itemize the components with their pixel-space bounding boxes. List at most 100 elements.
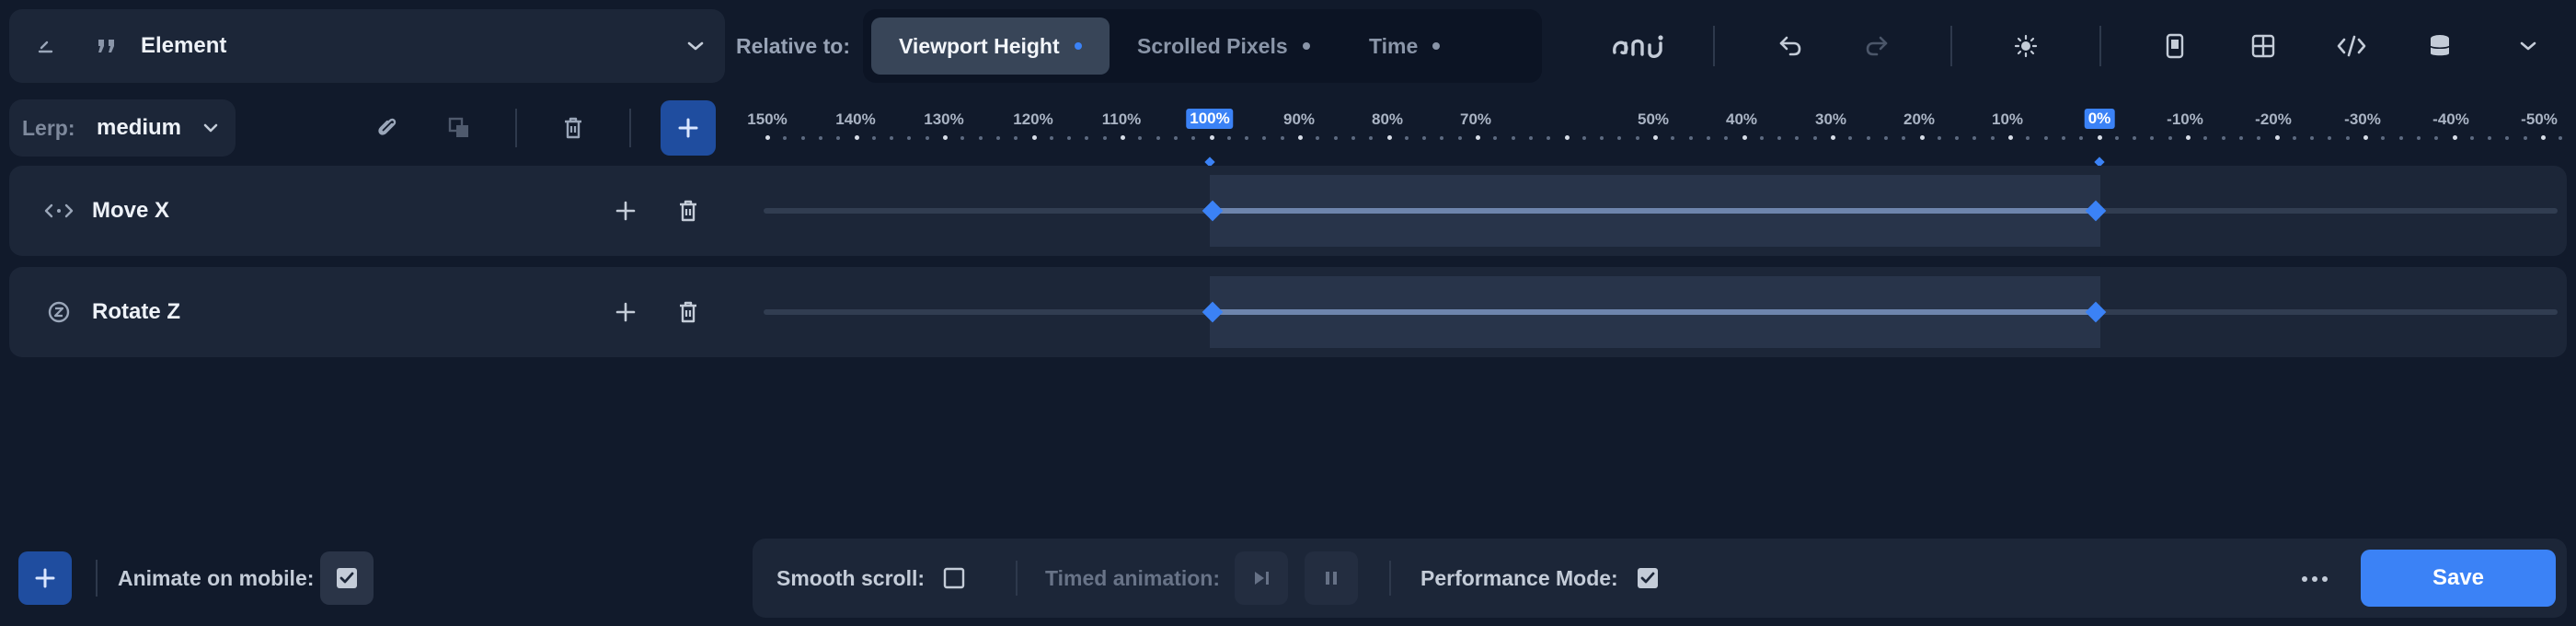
add-track-button[interactable] <box>661 100 716 156</box>
code-icon[interactable] <box>2315 9 2388 83</box>
save-button[interactable]: Save <box>2361 550 2556 607</box>
mobile-icon[interactable] <box>2138 9 2212 83</box>
ruler-dot <box>1883 136 1888 140</box>
paperclip-icon[interactable] <box>359 99 416 156</box>
ruler-tick-label: 10% <box>1991 110 2024 128</box>
chevron-down-icon[interactable] <box>677 28 714 64</box>
ruler-dot <box>1955 136 1960 140</box>
ruler-start-marker[interactable]: 100% <box>1186 109 1234 129</box>
ruler-dot <box>2186 135 2191 140</box>
add-keyframe-button[interactable] <box>598 284 653 340</box>
ruler-dot <box>1706 136 1710 140</box>
relative-option-time[interactable]: Time <box>1341 17 1467 75</box>
animate-on-mobile-checkbox[interactable] <box>320 551 374 605</box>
ruler-dot <box>1156 136 1160 140</box>
ruler-dot <box>1457 136 1462 140</box>
ruler-dot <box>2168 136 2172 140</box>
timeline-ruler[interactable]: 150% 140% 130% 120% 110% 100% 90% 80% 70… <box>736 101 2567 168</box>
copy-icon[interactable] <box>431 99 488 156</box>
chevron-down-icon[interactable] <box>2491 9 2565 83</box>
relative-option-label: Time <box>1369 34 1419 58</box>
track-row-move-x[interactable]: Move X <box>9 166 2567 256</box>
ruler-dot <box>1547 136 1551 140</box>
delete-track-button[interactable] <box>661 284 716 340</box>
ruler-dot <box>1316 136 1320 140</box>
keyframe-range-line <box>1213 309 2096 315</box>
ruler-end-marker[interactable]: 0% <box>2084 109 2115 129</box>
track-name: Rotate Z <box>92 299 180 324</box>
ruler-dot <box>890 136 894 140</box>
ruler-tick-label: 20% <box>1903 110 1936 128</box>
element-selector[interactable]: Element <box>9 9 725 83</box>
ruler-dot <box>2061 136 2065 140</box>
chevron-down-icon <box>199 116 223 140</box>
relative-option-viewport-height[interactable]: Viewport Height <box>871 17 1110 75</box>
add-keyframe-button[interactable] <box>598 183 653 238</box>
ruler-dot <box>1333 136 1338 140</box>
ruler-dot <box>2238 136 2243 140</box>
ruler-dot <box>1031 135 1037 140</box>
track-row-rotate-z[interactable]: Rotate Z <box>9 267 2567 357</box>
ruler-dot <box>2328 136 2332 140</box>
ruler-dot <box>2097 135 2102 140</box>
relative-option-scrolled-pixels[interactable]: Scrolled Pixels <box>1110 17 1338 75</box>
pause-button[interactable] <box>1305 551 1358 605</box>
status-dot <box>1302 42 1310 50</box>
ruler-dot <box>1226 136 1231 140</box>
bottom-settings-bar: Smooth scroll: Timed animation: Performa… <box>753 539 2567 618</box>
ruler-tick-label: 30% <box>1814 110 1847 128</box>
ruler-dot <box>1688 136 1693 140</box>
ruler-dot <box>1138 136 1143 140</box>
status-dot <box>1432 42 1441 50</box>
ruler-dot <box>1866 136 1870 140</box>
ruler-dot <box>854 135 859 140</box>
ruler-dot <box>2363 135 2368 140</box>
ruler-dot <box>1476 135 1480 140</box>
delete-track-button[interactable] <box>661 183 716 238</box>
ruler-dot <box>1298 135 1303 140</box>
ruler-dot <box>1653 135 1658 140</box>
grid-icon[interactable] <box>2226 9 2300 83</box>
ruler-dot <box>2434 136 2439 140</box>
ruler-dot <box>836 136 841 140</box>
ruler-dot <box>1386 135 1392 140</box>
performance-mode-label: Performance Mode: <box>1420 566 1618 590</box>
ruler-dot <box>1635 136 1639 140</box>
ruler-dot <box>943 135 948 140</box>
relative-option-label: Scrolled Pixels <box>1137 34 1288 58</box>
play-step-button[interactable] <box>1235 551 1288 605</box>
undo-icon[interactable] <box>1754 9 1827 83</box>
ruler-dot <box>1990 136 1995 140</box>
redo-icon[interactable] <box>1840 9 1914 83</box>
ruler-dot <box>1617 136 1622 140</box>
ruler-dot <box>2541 135 2546 140</box>
ruler-dot <box>2416 136 2421 140</box>
ruler-dot <box>1919 135 1925 140</box>
ruler-tick-label: 150% <box>747 110 788 128</box>
animate-on-mobile-label: Animate on mobile: <box>118 566 315 590</box>
add-button[interactable] <box>18 551 72 605</box>
more-options-icon[interactable] <box>2298 562 2331 596</box>
edit-icon[interactable] <box>28 28 64 64</box>
sun-icon[interactable] <box>1989 9 2063 83</box>
lerp-select[interactable]: Lerp: medium <box>9 99 236 156</box>
ruler-tick-label: 70% <box>1459 110 1492 128</box>
ruler-dot <box>1262 136 1267 140</box>
ruler-dot <box>2257 136 2261 140</box>
divider <box>1389 561 1391 596</box>
ruler-tick-label: 140% <box>835 110 876 128</box>
ruler-dot <box>1209 135 1214 140</box>
ruler-dot <box>1759 136 1764 140</box>
divider <box>2099 26 2101 66</box>
ruler-dot <box>2026 136 2030 140</box>
ruler-dot <box>2488 136 2492 140</box>
smooth-scroll-checkbox[interactable] <box>940 564 968 592</box>
trash-icon[interactable] <box>545 99 602 156</box>
ruler-dot <box>818 136 822 140</box>
ruler-tick-label: -50% <box>2521 110 2558 128</box>
lerp-value: medium <box>97 115 182 140</box>
divider <box>515 109 517 147</box>
performance-mode-checkbox[interactable] <box>1634 564 1662 592</box>
database-icon[interactable] <box>2403 9 2477 83</box>
element-label: Element <box>141 33 227 58</box>
